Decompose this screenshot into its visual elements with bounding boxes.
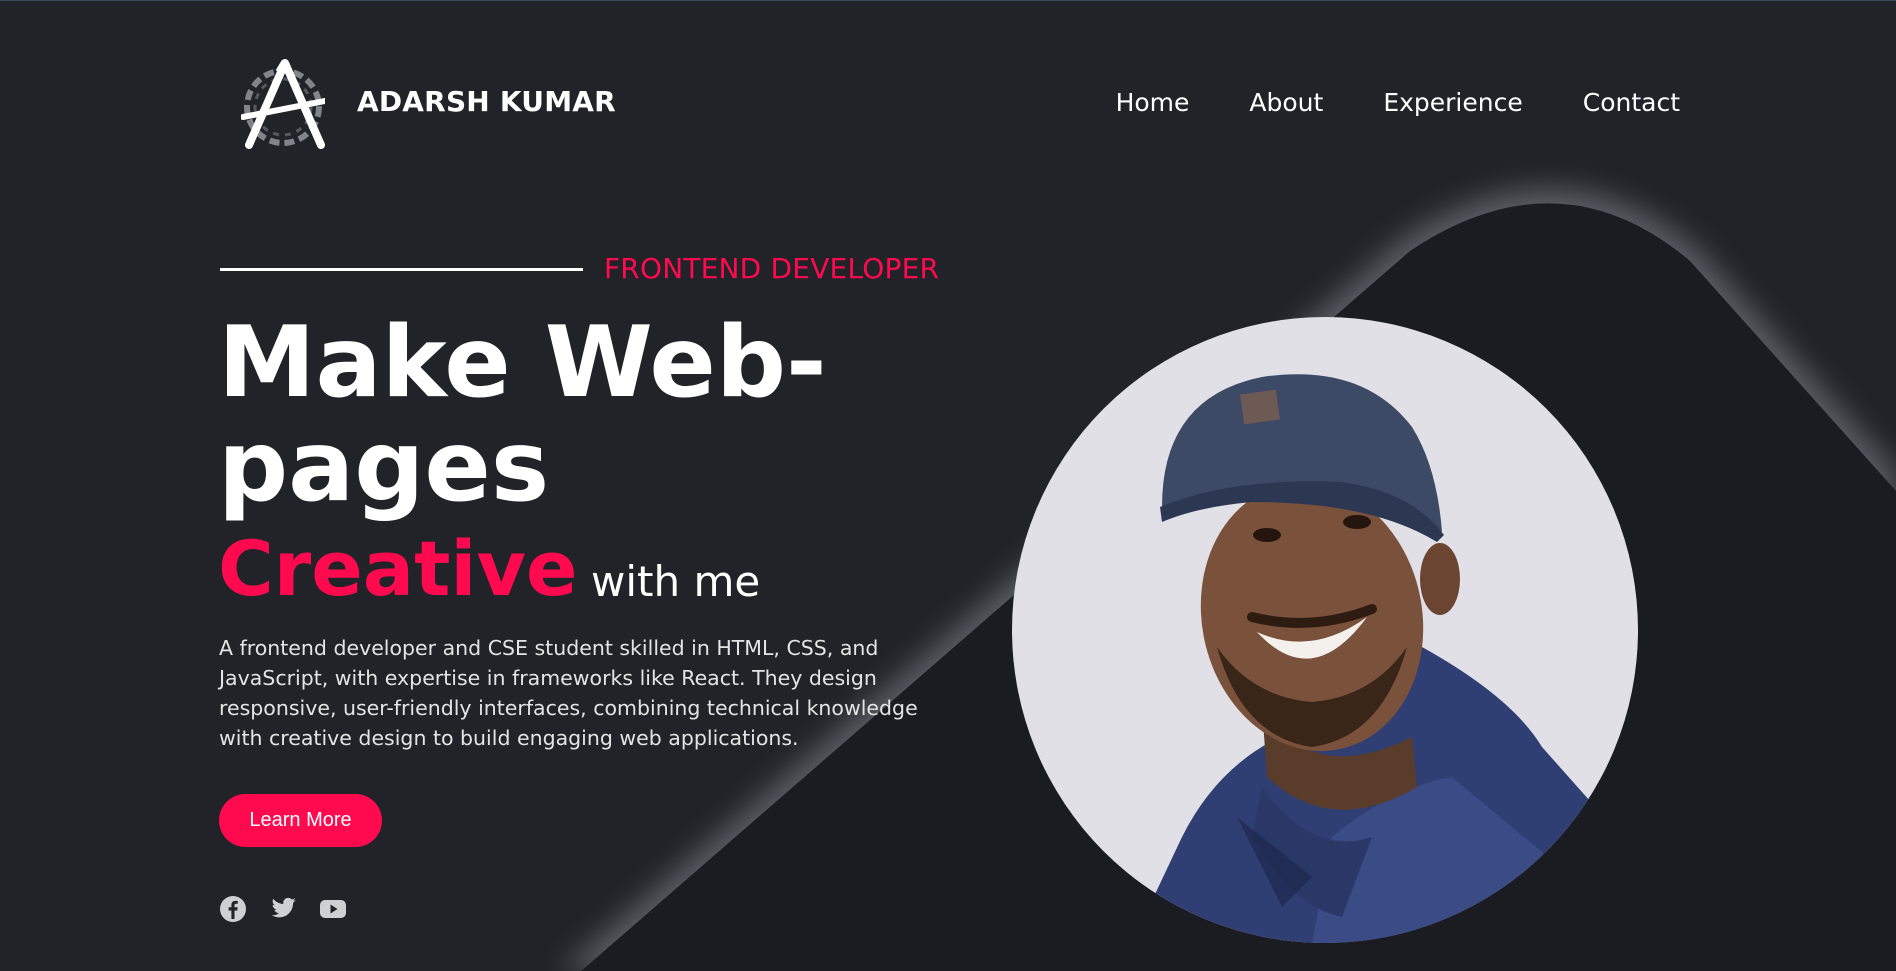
tag-divider-line [220,268,583,271]
hero-description: A frontend developer and CSE student ski… [219,636,918,750]
nav-experience[interactable]: Experience [1383,88,1522,117]
learn-more-button[interactable]: Learn More [219,794,382,847]
logo-icon[interactable] [240,59,328,151]
hero-headline: Make Web-pages [218,306,827,524]
main-nav: Home About Experience Contact [1116,88,1680,117]
nav-home[interactable]: Home [1116,88,1190,117]
header: ADARSH KUMAR Home About Experience Conta… [0,1,1896,206]
hero-suffix: with me [591,557,761,606]
brand-name[interactable]: ADARSH KUMAR [357,85,616,118]
twitter-icon[interactable] [269,895,297,923]
nav-contact[interactable]: Contact [1583,88,1680,117]
social-links [219,895,347,923]
page: ADARSH KUMAR Home About Experience Conta… [0,0,1896,971]
facebook-icon[interactable] [219,895,247,923]
nav-about[interactable]: About [1249,88,1323,117]
role-tag: FRONTEND DEVELOPER [604,252,940,285]
profile-photo [1012,317,1638,943]
youtube-icon[interactable] [319,895,347,923]
hero-highlight: Creative [218,524,578,613]
